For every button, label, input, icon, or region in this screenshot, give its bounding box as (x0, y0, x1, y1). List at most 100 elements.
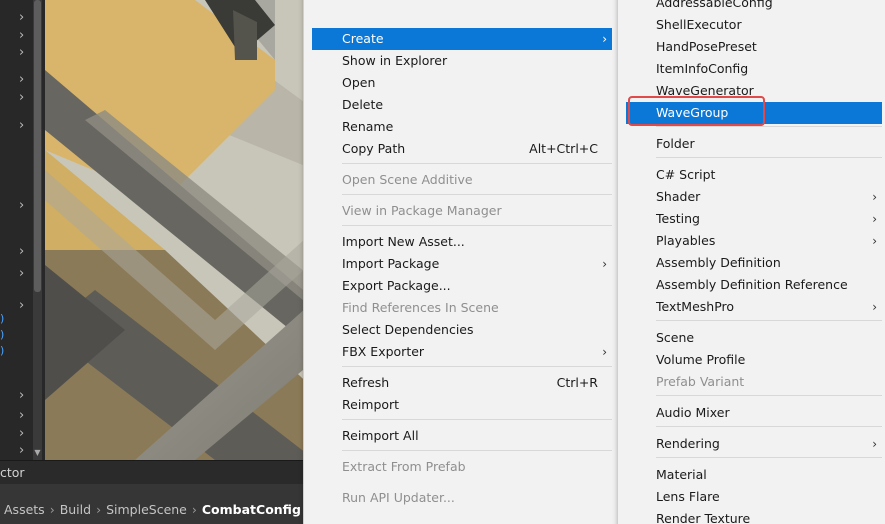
context-menu-item-label: Find References In Scene (342, 300, 499, 315)
expand-arrow-icon[interactable]: › (19, 73, 24, 86)
create-submenu-item-label: Prefab Variant (656, 374, 745, 389)
create-submenu-item-audio-mixer[interactable]: Audio Mixer (626, 402, 882, 424)
context-menu-item-create[interactable]: Create › (312, 28, 612, 50)
annotation-highlight-box (628, 96, 765, 126)
context-menu-item-label: Reimport (342, 397, 400, 412)
expand-arrow-icon[interactable]: › (19, 444, 24, 457)
submenu-arrow-icon: › (872, 437, 877, 451)
context-menu-item-copy-path[interactable]: Copy Path Alt+Ctrl+C (312, 138, 612, 160)
create-submenu-item-render-texture[interactable]: Render Texture (626, 508, 882, 524)
create-submenu-item-label: Assembly Definition (656, 255, 781, 270)
menu-separator (656, 395, 882, 396)
menu-separator (342, 450, 612, 451)
create-submenu-item-label: Lens Flare (656, 489, 720, 504)
context-menu-item-label: Export Package... (342, 278, 451, 293)
create-submenu-item-lens-flare[interactable]: Lens Flare (626, 486, 882, 508)
hierarchy-panel: › › › › › › › › › › › › › › ))) ▼ (0, 0, 45, 460)
context-menu-item-label: Show in Explorer (342, 53, 448, 68)
context-menu-item-export-package[interactable]: Export Package... (312, 275, 612, 297)
expand-arrow-icon[interactable]: › (19, 427, 24, 440)
breadcrumb-item-combatconfig[interactable]: CombatConfig (202, 502, 301, 517)
create-submenu-item-material[interactable]: Material (626, 464, 882, 486)
hierarchy-scrollbar[interactable]: ▼ (33, 0, 42, 460)
create-submenu-item-folder[interactable]: Folder (626, 133, 882, 155)
submenu-arrow-icon: › (602, 345, 607, 359)
create-submenu-item-label: Rendering (656, 436, 720, 451)
hierarchy-scroll-thumb[interactable] (34, 0, 41, 292)
create-submenu-item-assembly-definition[interactable]: Assembly Definition (626, 252, 882, 274)
context-menu-item-show-in-explorer[interactable]: Show in Explorer (312, 50, 612, 72)
create-submenu-item-shellexecutor[interactable]: ShellExecutor (626, 14, 882, 36)
context-menu-item-import-package[interactable]: Import Package › (312, 253, 612, 275)
context-menu-item-import-new-asset[interactable]: Import New Asset... (312, 231, 612, 253)
create-submenu-item-handposepreset[interactable]: HandPosePreset (626, 36, 882, 58)
context-menu-item-delete[interactable]: Delete (312, 94, 612, 116)
menu-separator (656, 457, 882, 458)
breadcrumb-item-assets[interactable]: Assets (4, 502, 45, 517)
scroll-down-arrow-icon[interactable]: ▼ (33, 448, 42, 457)
context-menu-item-label: Open (342, 75, 376, 90)
create-submenu-item-label: Assembly Definition Reference (656, 277, 848, 292)
create-submenu-item-shader[interactable]: Shader › (626, 186, 882, 208)
inspector-tab[interactable]: ctor (0, 460, 310, 484)
submenu-arrow-icon: › (872, 234, 877, 248)
expand-arrow-icon[interactable]: › (19, 409, 24, 422)
expand-arrow-icon[interactable]: › (19, 389, 24, 402)
breadcrumb-separator-icon: › (96, 502, 102, 517)
create-submenu-item-rendering[interactable]: Rendering › (626, 433, 882, 455)
expand-arrow-icon[interactable]: › (19, 119, 24, 132)
expand-arrow-icon[interactable]: › (19, 267, 24, 280)
create-submenu-item-scene[interactable]: Scene (626, 327, 882, 349)
context-menu-item-extract-from-prefab: Extract From Prefab (312, 456, 612, 478)
expand-arrow-icon[interactable]: › (19, 91, 24, 104)
menu-separator (656, 157, 882, 158)
context-menu-item-shortcut: Alt+Ctrl+C (529, 141, 598, 156)
context-menu-item-fbx-exporter[interactable]: FBX Exporter › (312, 341, 612, 363)
create-submenu-item-label: AddressableConfig (656, 0, 773, 10)
context-menu-item-select-dependencies[interactable]: Select Dependencies (312, 319, 612, 341)
expand-arrow-icon[interactable]: › (19, 11, 24, 24)
submenu-arrow-icon: › (872, 300, 877, 314)
scene-viewport[interactable] (45, 0, 315, 460)
expand-arrow-icon[interactable]: › (19, 299, 24, 312)
expand-arrow-icon[interactable]: › (19, 245, 24, 258)
submenu-arrow-icon: › (872, 190, 877, 204)
context-menu-item-reimport-all[interactable]: Reimport All (312, 425, 612, 447)
create-submenu-item-c-script[interactable]: C# Script (626, 164, 882, 186)
create-submenu-item-textmeshpro[interactable]: TextMeshPro › (626, 296, 882, 318)
context-menu-item-refresh[interactable]: Refresh Ctrl+R (312, 372, 612, 394)
create-submenu-item-iteminfoconfig[interactable]: ItemInfoConfig (626, 58, 882, 80)
context-menu-item-find-references-in-scene: Find References In Scene (312, 297, 612, 319)
context-menu-item-run-api-updater: Run API Updater... (312, 487, 612, 509)
context-menu-item-label: Import Package (342, 256, 440, 271)
hierarchy-item-fragment[interactable]: ) (0, 329, 4, 341)
context-menu-item-reimport[interactable]: Reimport (312, 394, 612, 416)
hierarchy-item-fragment[interactable]: ) (0, 313, 4, 325)
context-menu-item-label: Run API Updater... (342, 490, 455, 505)
submenu-arrow-icon: › (602, 257, 607, 271)
create-submenu-item-playables[interactable]: Playables › (626, 230, 882, 252)
expand-arrow-icon[interactable]: › (19, 29, 24, 42)
expand-arrow-icon[interactable]: › (19, 199, 24, 212)
menu-separator (656, 126, 882, 127)
expand-arrow-icon[interactable]: › (19, 46, 24, 59)
create-submenu-item-assembly-definition-reference[interactable]: Assembly Definition Reference (626, 274, 882, 296)
context-menu-item-open[interactable]: Open (312, 72, 612, 94)
create-submenu-item-volume-profile[interactable]: Volume Profile (626, 349, 882, 371)
context-menu-item-open-scene-additive: Open Scene Additive (312, 169, 612, 191)
context-menu-item-rename[interactable]: Rename (312, 116, 612, 138)
create-submenu: AddressableConfig ShellExecutor HandPosePr… (617, 0, 885, 524)
menu-separator (342, 194, 612, 195)
inspector-tab-label: ctor (0, 465, 25, 480)
context-menu-item-label: Create (342, 31, 384, 46)
menu-separator (342, 419, 612, 420)
create-submenu-item-testing[interactable]: Testing › (626, 208, 882, 230)
create-submenu-item-label: Folder (656, 136, 695, 151)
create-submenu-item-addressableconfig[interactable]: AddressableConfig (626, 0, 882, 14)
context-menu-item-label: View in Package Manager (342, 203, 502, 218)
breadcrumb-separator-icon: › (49, 502, 55, 517)
hierarchy-item-fragment[interactable]: ) (0, 345, 4, 357)
breadcrumb-item-simplescene[interactable]: SimpleScene (106, 502, 187, 517)
breadcrumb-item-build[interactable]: Build (60, 502, 91, 517)
context-menu-item-label: Open Scene Additive (342, 172, 473, 187)
